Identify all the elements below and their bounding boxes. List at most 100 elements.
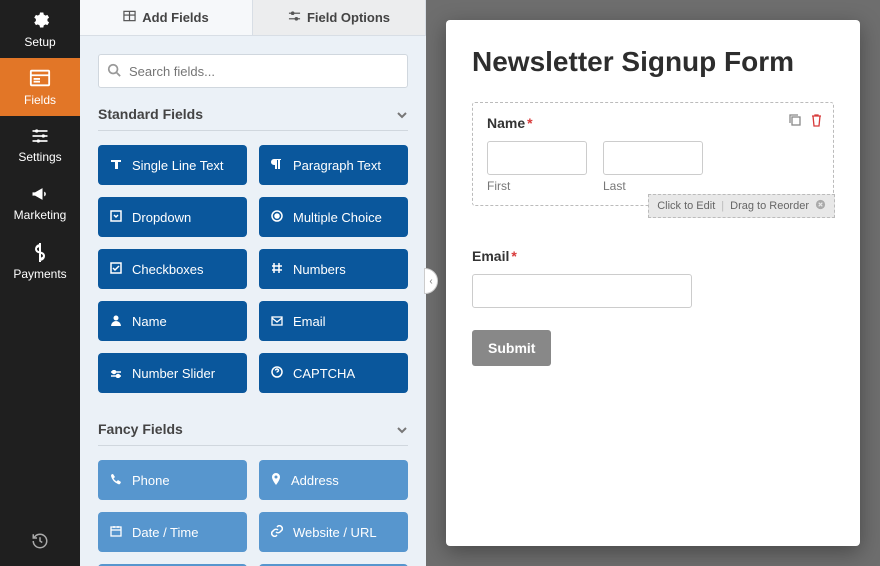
- form-icon: [29, 68, 51, 93]
- chevron-left-icon: ‹: [429, 276, 432, 287]
- search-input[interactable]: [98, 54, 408, 88]
- standard-fields-grid: Single Line Text Paragraph Text Dropdown…: [98, 145, 408, 393]
- field-label: Website / URL: [293, 525, 377, 540]
- caret-down-icon: [110, 210, 122, 225]
- chevron-down-icon: [396, 106, 408, 122]
- form-canvas: Newsletter Signup Form Name* First: [446, 20, 860, 546]
- form-title[interactable]: Newsletter Signup Form: [472, 46, 834, 78]
- bullhorn-icon: [30, 185, 50, 208]
- field-date-time[interactable]: Date / Time: [98, 512, 247, 552]
- form-field-email[interactable]: Email*: [472, 228, 834, 308]
- sidebar-item-label: Payments: [13, 267, 66, 281]
- tab-label: Add Fields: [142, 10, 208, 25]
- field-checkboxes[interactable]: Checkboxes: [98, 249, 247, 289]
- field-label: Email: [293, 314, 326, 329]
- field-address[interactable]: Address: [259, 460, 408, 500]
- sidebar-item-label: Marketing: [14, 208, 67, 222]
- grid-icon: [123, 10, 136, 25]
- history-icon: [31, 532, 49, 553]
- tab-label: Field Options: [307, 10, 390, 25]
- hash-icon: [271, 262, 283, 277]
- field-paragraph-text[interactable]: Paragraph Text: [259, 145, 408, 185]
- field-label: Name: [132, 314, 167, 329]
- duplicate-icon[interactable]: [788, 113, 802, 132]
- sidebar-item-payments[interactable]: Payments: [0, 232, 80, 290]
- section-standard-head[interactable]: Standard Fields: [98, 106, 408, 131]
- field-label: Single Line Text: [132, 158, 224, 173]
- required-marker: *: [511, 248, 516, 264]
- tab-add-fields[interactable]: Add Fields: [80, 0, 253, 35]
- submit-button[interactable]: Submit: [472, 330, 551, 366]
- field-website-url[interactable]: Website / URL: [259, 512, 408, 552]
- text-icon: [110, 158, 122, 173]
- field-label: CAPTCHA: [293, 366, 355, 381]
- hint-edit: Click to Edit: [657, 200, 715, 212]
- field-name[interactable]: Name: [98, 301, 247, 341]
- canvas-wrap: Newsletter Signup Form Name* First: [426, 0, 880, 566]
- required-marker: *: [527, 115, 532, 131]
- sidebar-item-label: Setup: [24, 35, 55, 49]
- chevron-down-icon: [396, 421, 408, 437]
- fields-panel: Add Fields Field Options Standard Fields: [80, 0, 426, 566]
- hint-drag: Drag to Reorder: [730, 200, 809, 212]
- last-name-input[interactable]: [603, 141, 703, 175]
- phone-icon: [110, 473, 122, 488]
- field-single-line-text[interactable]: Single Line Text: [98, 145, 247, 185]
- field-label: Checkboxes: [132, 262, 204, 277]
- slider-icon: [110, 366, 122, 381]
- first-name-input[interactable]: [487, 141, 587, 175]
- trash-icon[interactable]: [810, 113, 823, 132]
- user-icon: [110, 314, 122, 329]
- history-button[interactable]: [0, 518, 80, 566]
- sliders-icon: [30, 127, 50, 150]
- dollar-icon: [33, 242, 47, 267]
- sidebar-item-label: Fields: [24, 93, 56, 107]
- email-input[interactable]: [472, 274, 692, 308]
- field-numbers[interactable]: Numbers: [259, 249, 408, 289]
- section-title: Fancy Fields: [98, 421, 183, 437]
- fancy-fields-grid: Phone Address Date / Time Website / URL …: [98, 460, 408, 566]
- main-sidebar: Setup Fields Settings Marketing Payments: [0, 0, 80, 566]
- field-multiple-choice[interactable]: Multiple Choice: [259, 197, 408, 237]
- envelope-icon: [271, 314, 283, 329]
- field-captcha[interactable]: CAPTCHA: [259, 353, 408, 393]
- calendar-icon: [110, 525, 122, 540]
- field-number-slider[interactable]: Number Slider: [98, 353, 247, 393]
- radio-icon: [271, 210, 283, 225]
- panel-tabs: Add Fields Field Options: [80, 0, 426, 36]
- field-label: Address: [291, 473, 339, 488]
- field-dropdown[interactable]: Dropdown: [98, 197, 247, 237]
- field-label: Name*: [487, 115, 819, 131]
- field-hint: Click to Edit | Drag to Reorder: [648, 194, 835, 218]
- sidebar-item-label: Settings: [18, 150, 61, 164]
- sublabel-first: First: [487, 179, 587, 193]
- field-label: Multiple Choice: [293, 210, 382, 225]
- field-label: Number Slider: [132, 366, 215, 381]
- close-icon[interactable]: [815, 199, 826, 213]
- field-label: Email*: [472, 248, 834, 264]
- sublabel-last: Last: [603, 179, 703, 193]
- sidebar-item-fields[interactable]: Fields: [0, 58, 80, 116]
- link-icon: [271, 525, 283, 540]
- field-label: Paragraph Text: [293, 158, 381, 173]
- sidebar-item-marketing[interactable]: Marketing: [0, 174, 80, 232]
- question-icon: [271, 366, 283, 381]
- paragraph-icon: [271, 158, 283, 173]
- pin-icon: [271, 473, 281, 488]
- field-phone[interactable]: Phone: [98, 460, 247, 500]
- field-label: Numbers: [293, 262, 346, 277]
- gear-icon: [30, 10, 50, 35]
- field-label: Date / Time: [132, 525, 198, 540]
- sidebar-item-settings[interactable]: Settings: [0, 116, 80, 174]
- search-wrap: [98, 54, 408, 88]
- field-label: Dropdown: [132, 210, 191, 225]
- field-label: Phone: [132, 473, 170, 488]
- check-icon: [110, 262, 122, 277]
- field-email[interactable]: Email: [259, 301, 408, 341]
- sidebar-item-setup[interactable]: Setup: [0, 0, 80, 58]
- tab-field-options[interactable]: Field Options: [253, 0, 426, 35]
- section-title: Standard Fields: [98, 106, 203, 122]
- form-field-name[interactable]: Name* First Last Click to Edit | Drag to…: [472, 102, 834, 206]
- section-fancy-head[interactable]: Fancy Fields: [98, 421, 408, 446]
- sliders-icon: [288, 10, 301, 25]
